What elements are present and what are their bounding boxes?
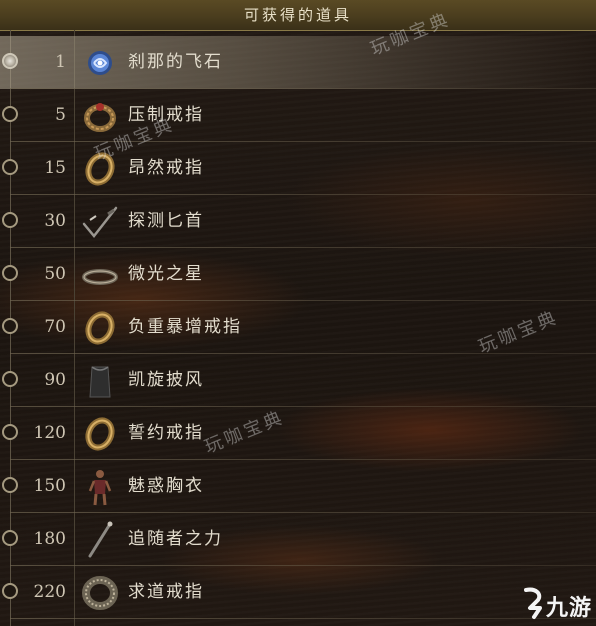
corset-icon bbox=[88, 470, 112, 506]
item-cost: 70 bbox=[44, 317, 66, 337]
row-separator bbox=[10, 618, 596, 619]
item-cost: 150 bbox=[33, 476, 66, 496]
item-name: 求道戒指 bbox=[128, 582, 204, 602]
radio-button[interactable] bbox=[2, 53, 18, 69]
item-row[interactable]: 70 负重暴增戒指 bbox=[0, 301, 596, 354]
item-cost: 180 bbox=[33, 529, 66, 549]
page-title: 可获得的道具 bbox=[243, 6, 352, 24]
radio-button[interactable] bbox=[2, 159, 18, 175]
header-bar: 可获得的道具 bbox=[0, 0, 596, 31]
item-row[interactable]: 30 探测匕首 bbox=[0, 195, 596, 248]
item-row[interactable]: 5 压制戒指 bbox=[0, 89, 596, 142]
item-name: 负重暴增戒指 bbox=[128, 317, 242, 337]
radio-button[interactable] bbox=[2, 530, 18, 546]
gold-ring-icon bbox=[85, 152, 115, 186]
circlet-icon bbox=[82, 269, 118, 285]
gold-ring-icon bbox=[85, 311, 115, 345]
logo-text: 九游 bbox=[546, 596, 593, 621]
item-cost: 5 bbox=[55, 105, 66, 125]
item-cost: 50 bbox=[44, 264, 66, 284]
radio-button[interactable] bbox=[2, 371, 18, 387]
item-name: 压制戒指 bbox=[128, 105, 204, 125]
item-row[interactable]: 120 誓约戒指 bbox=[0, 407, 596, 460]
dagger-icon bbox=[82, 206, 118, 238]
item-cost: 120 bbox=[33, 423, 66, 443]
item-cost: 15 bbox=[44, 158, 66, 178]
item-name: 刹那的飞石 bbox=[128, 52, 223, 72]
item-row[interactable]: 90 凯旋披风 bbox=[0, 354, 596, 407]
item-row[interactable]: 50 微光之星 bbox=[0, 248, 596, 301]
item-row[interactable]: 15 昂然戒指 bbox=[0, 142, 596, 195]
item-cost: 30 bbox=[44, 211, 66, 231]
cloak-icon bbox=[89, 366, 111, 398]
radio-button[interactable] bbox=[2, 106, 18, 122]
blue-stone-icon bbox=[88, 51, 112, 75]
radio-button[interactable] bbox=[2, 583, 18, 599]
ornate-ring-icon bbox=[84, 103, 116, 132]
item-cost: 90 bbox=[44, 370, 66, 390]
item-name: 誓约戒指 bbox=[128, 423, 204, 443]
radio-button[interactable] bbox=[2, 477, 18, 493]
item-cost: 220 bbox=[33, 582, 66, 602]
item-name: 昂然戒指 bbox=[128, 158, 204, 178]
item-row[interactable]: 150 魅惑胸衣 bbox=[0, 460, 596, 513]
jiuyou-logo: 九游 bbox=[520, 586, 592, 622]
item-name: 凯旋披风 bbox=[128, 370, 204, 390]
item-name: 探测匕首 bbox=[128, 211, 204, 231]
jiuyou-logo-icon bbox=[524, 587, 542, 619]
gold-ring-icon bbox=[85, 417, 115, 451]
item-row[interactable]: 180 追随者之力 bbox=[0, 513, 596, 566]
item-row[interactable]: 220 求道戒指 bbox=[0, 566, 596, 619]
item-name: 魅惑胸衣 bbox=[128, 476, 204, 496]
radio-button[interactable] bbox=[2, 318, 18, 334]
radio-button[interactable] bbox=[2, 424, 18, 440]
item-name: 微光之星 bbox=[128, 264, 204, 284]
item-name: 追随者之力 bbox=[128, 529, 223, 549]
item-row[interactable]: 1 刹那的飞石 bbox=[0, 36, 596, 89]
item-cost: 1 bbox=[55, 52, 66, 72]
staff-icon bbox=[88, 521, 113, 558]
radio-button[interactable] bbox=[2, 265, 18, 281]
radio-button[interactable] bbox=[2, 212, 18, 228]
engraved-ring-icon bbox=[82, 576, 118, 610]
